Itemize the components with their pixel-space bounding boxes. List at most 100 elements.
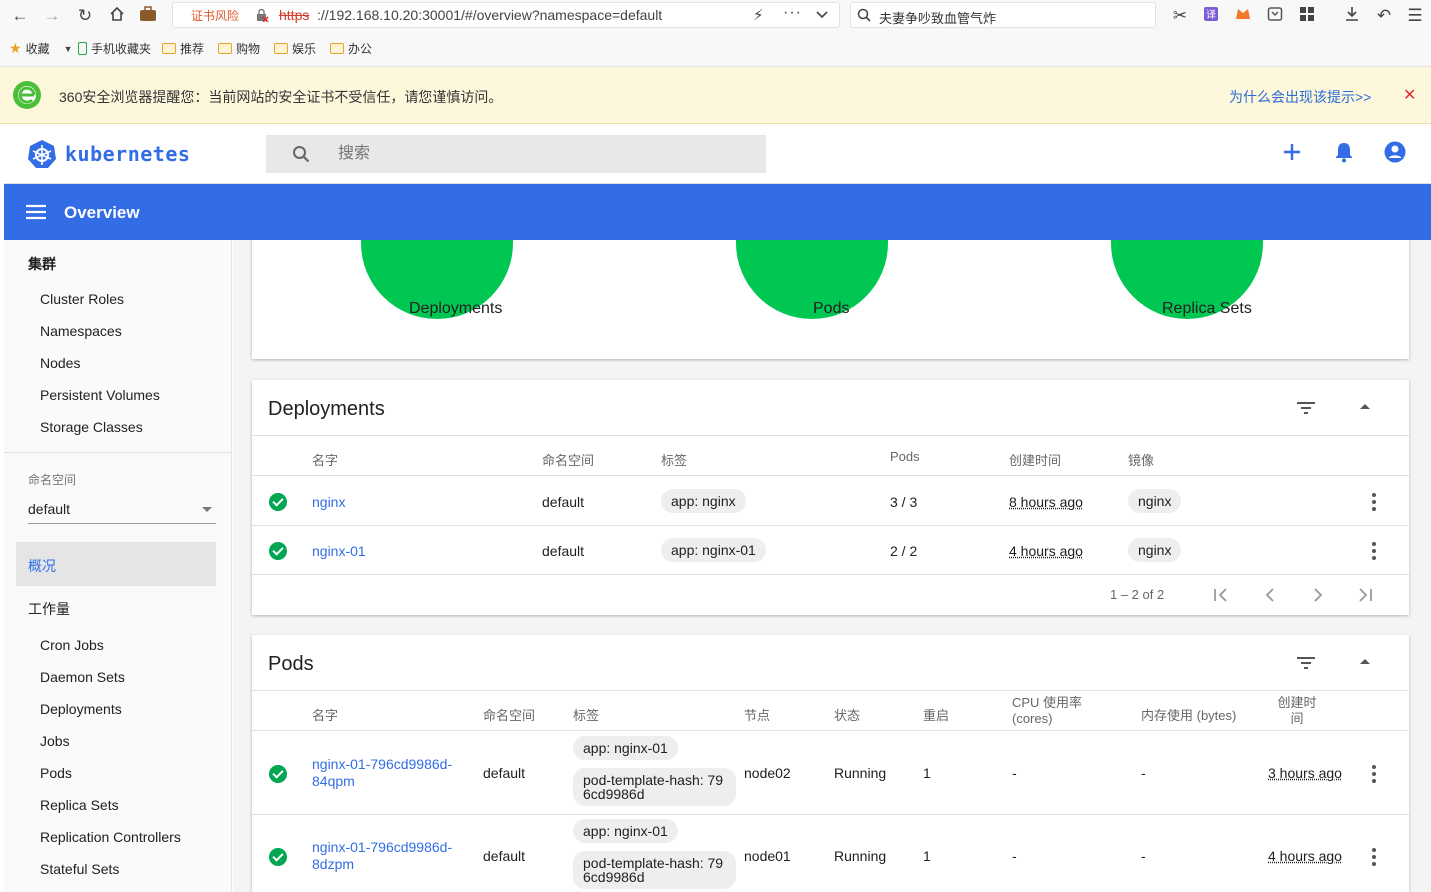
chevron-down-icon[interactable] [815,7,829,21]
deployment-created: 4 hours ago [1009,543,1083,559]
collapse-arrow-icon[interactable] [1360,659,1370,664]
translate-icon[interactable]: 译 [1201,6,1221,26]
apps-grid-icon[interactable] [1297,6,1317,26]
column-header-name[interactable]: 名字 [312,705,338,724]
bookmark-office[interactable]: 办公 [330,40,372,57]
pod-namespace: default [483,765,526,781]
column-header-created[interactable]: 创建时间 [1009,450,1061,469]
column-header-pods[interactable]: Pods [890,449,920,464]
pod-name-line: nginx-01-796cd9986d- [312,839,453,855]
label-chip: pod-template-hash: 79 6cd9986d [573,851,736,889]
search-input[interactable] [338,143,738,165]
reload-icon[interactable]: ↻ [75,6,95,26]
next-page-icon[interactable] [1310,587,1326,603]
sidebar-header-workloads[interactable]: 工作量 [28,599,70,619]
more-vert-icon[interactable] [1372,848,1376,866]
sidebar-item-daemon-sets[interactable]: Daemon Sets [40,669,125,685]
folder-icon [162,43,176,54]
notifications-bell-icon[interactable] [1334,141,1354,163]
back-icon[interactable]: ← [10,6,30,26]
sidebar-item-nodes[interactable]: Nodes [40,355,80,371]
deployment-name-link[interactable]: nginx-01 [312,543,366,559]
deployment-pods: 2 / 2 [890,543,918,559]
lightning-icon[interactable]: ⚡ [753,6,764,24]
column-header-images[interactable]: 镜像 [1128,450,1154,469]
column-header-node[interactable]: 节点 [744,705,770,724]
sidebar-item-persistent-volumes[interactable]: Persistent Volumes [40,387,160,403]
column-header-namespace[interactable]: 命名空间 [542,450,594,469]
bookmark-favorites[interactable]: ★ 收藏 ▼ [9,40,73,57]
pod-namespace: default [483,848,526,864]
sidebar-item-stateful-sets[interactable]: Stateful Sets [40,861,119,877]
undo-icon[interactable]: ↶ [1374,6,1394,26]
briefcase-icon[interactable] [138,6,158,26]
last-page-icon[interactable] [1356,587,1374,603]
close-icon[interactable]: ✕ [1403,85,1416,105]
pod-name-link[interactable]: nginx-01-796cd9986d- 84qpm [312,756,452,790]
first-page-icon[interactable] [1212,587,1230,603]
deployment-name-link[interactable]: nginx [312,494,345,510]
pod-status: Running [834,848,887,864]
forward-icon[interactable]: → [42,6,62,26]
brand-name[interactable]: kubernetes [65,142,190,166]
bookmark-mobile[interactable]: 手机收藏夹 [78,40,151,57]
column-header-namespace[interactable]: 命名空间 [483,705,535,724]
filter-icon[interactable] [1296,655,1316,671]
kubernetes-logo-icon[interactable] [27,139,57,169]
sidebar-item-cron-jobs[interactable]: Cron Jobs [40,637,104,653]
hamburger-menu-icon[interactable] [26,204,46,220]
game-icon[interactable] [1233,6,1253,26]
sidebar-item-namespaces[interactable]: Namespaces [40,323,122,339]
sidebar-item-storage-classes[interactable]: Storage Classes [40,419,143,435]
cert-warning-label[interactable]: 证书风险 [191,7,239,24]
column-header-restarts[interactable]: 重启 [923,705,949,724]
column-header-labels[interactable]: 标签 [661,450,687,469]
status-ok-icon [269,765,287,783]
shield-extension-icon[interactable] [1265,6,1285,26]
sidebar-header-cluster[interactable]: 集群 [28,254,56,274]
menu-icon[interactable]: ☰ [1405,6,1425,26]
address-bar[interactable]: 证书风险 https ://192.168.10.20:30001/#/over… [172,2,840,28]
account-icon[interactable] [1384,141,1406,163]
status-ok-icon [269,848,287,866]
more-vert-icon[interactable] [1372,765,1376,783]
search-icon [292,145,310,163]
dropdown-arrow-icon [202,507,212,512]
bookmark-recommend[interactable]: 推荐 [162,40,204,57]
add-icon[interactable] [1282,142,1302,162]
more-vert-icon[interactable] [1372,542,1376,560]
pod-name-line: 84qpm [312,773,355,789]
column-header-status[interactable]: 状态 [834,705,860,724]
deployments-status-label: Deployments [409,300,503,317]
warning-help-link[interactable]: 为什么会出现该提示>> [1229,87,1371,107]
pod-name-link[interactable]: nginx-01-796cd9986d- 8dzpm [312,839,452,873]
namespace-select[interactable]: default [28,498,216,524]
column-header-cpu[interactable]: CPU 使用率 (cores) [1012,695,1102,727]
browser-chrome: ← → ↻ 证书风险 https ://192.168.10.20:30001/… [0,0,1431,67]
more-vert-icon[interactable] [1372,493,1376,511]
column-header-name[interactable]: 名字 [312,450,338,469]
sidebar-item-replication-controllers[interactable]: Replication Controllers [40,829,181,845]
sidebar-item-cluster-roles[interactable]: Cluster Roles [40,291,124,307]
more-dots-icon[interactable]: ··· [783,4,802,22]
prev-page-icon[interactable] [1262,587,1278,603]
browser-search-bar[interactable]: 夫妻争吵致血管气炸 [850,2,1156,28]
scissors-icon[interactable]: ✂ [1170,6,1190,26]
sidebar-item-deployments[interactable]: Deployments [40,701,122,717]
pod-created: 4 hours ago [1268,848,1342,864]
filter-icon[interactable] [1296,400,1316,416]
column-header-labels[interactable]: 标签 [573,705,599,724]
search-icon [857,8,871,22]
sidebar-item-pods[interactable]: Pods [40,765,72,781]
sidebar-item-replica-sets[interactable]: Replica Sets [40,797,119,813]
bookmark-entertainment[interactable]: 娱乐 [274,40,316,57]
column-header-memory[interactable]: 内存使用 (bytes) [1141,705,1236,724]
bookmark-shopping[interactable]: 购物 [218,40,260,57]
sidebar-item-jobs[interactable]: Jobs [40,733,70,749]
column-header-created[interactable]: 创建时间 [1272,695,1322,727]
search-box[interactable] [266,135,766,173]
collapse-arrow-icon[interactable] [1360,404,1370,409]
home-icon[interactable] [107,6,127,26]
sidebar-item-overview[interactable]: 概况 [16,542,216,586]
download-icon[interactable] [1342,6,1362,26]
